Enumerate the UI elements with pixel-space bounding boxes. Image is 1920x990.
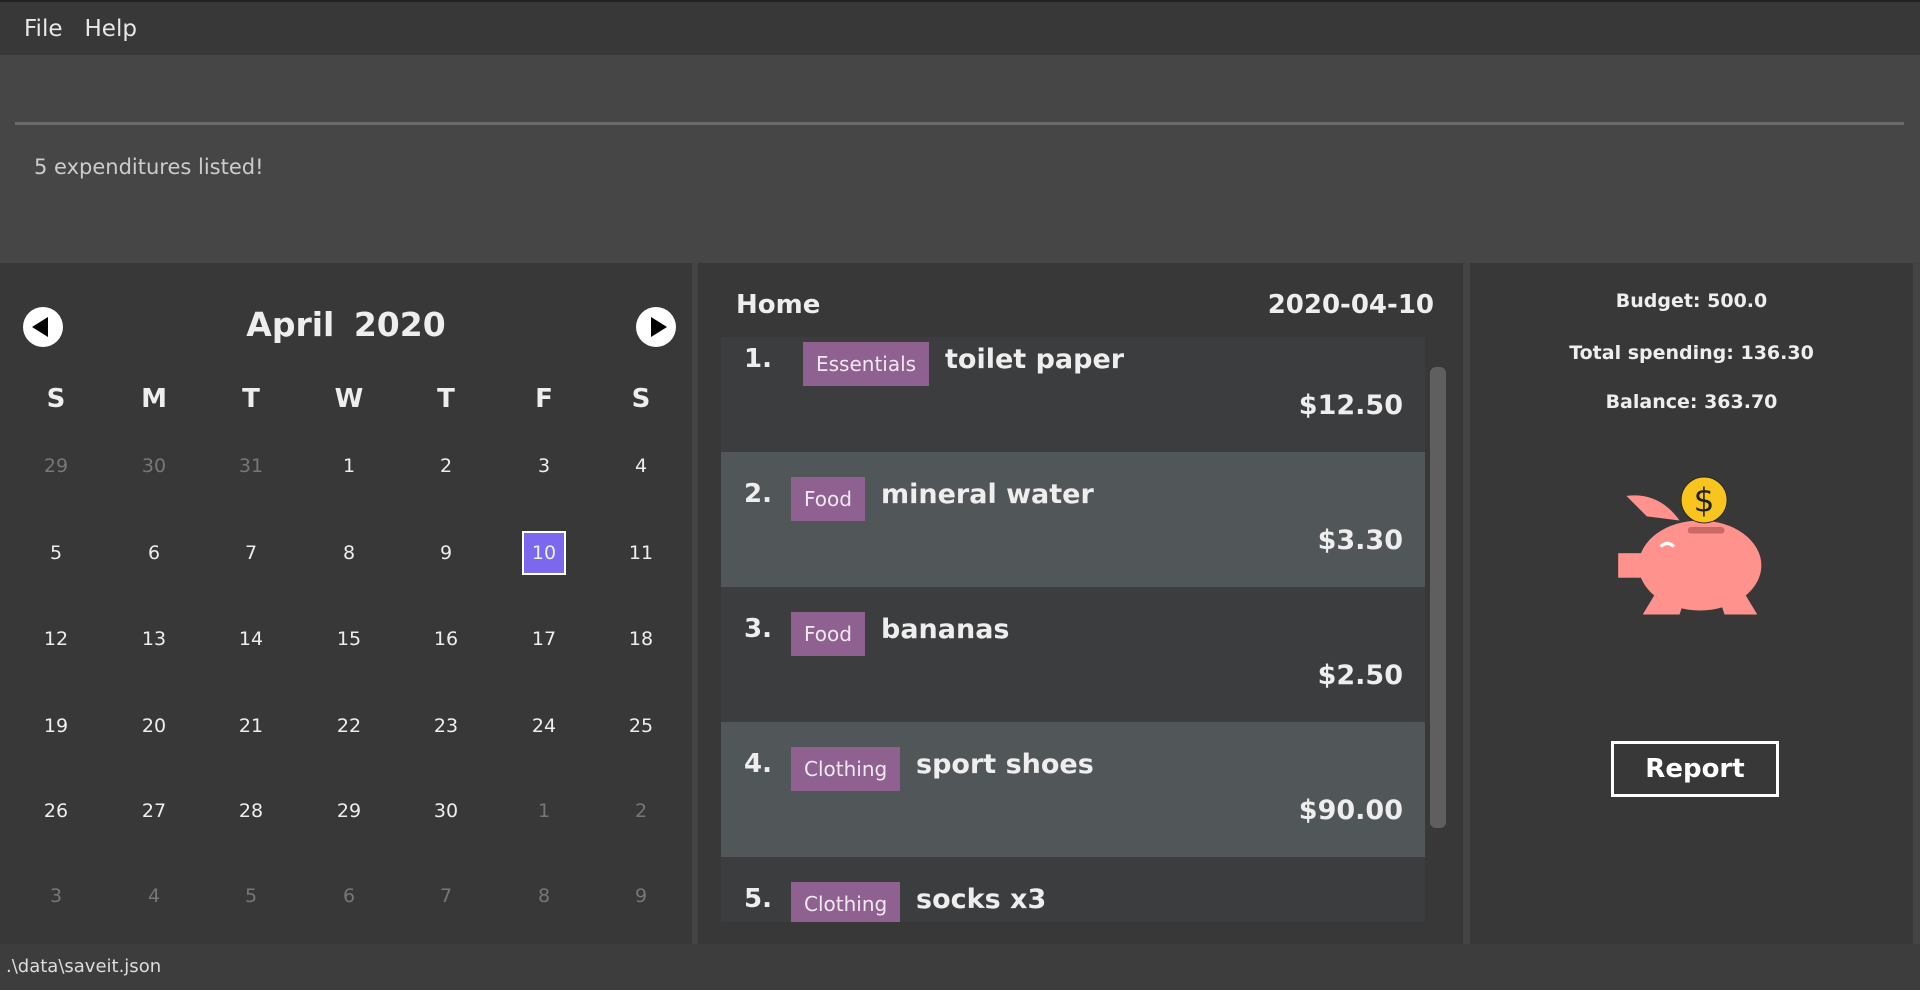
item-amount: $3.30 [1317, 525, 1403, 556]
calendar-day[interactable]: 29 [319, 789, 379, 833]
budget-label: Budget: 500.0 [1615, 290, 1768, 312]
expenditure-card[interactable]: 5. Clothing socks x3 [721, 857, 1425, 922]
item-description: mineral water [881, 479, 1094, 510]
calendar-panel [0, 263, 692, 944]
calendar-day[interactable]: 31 [221, 444, 281, 488]
calendar-day[interactable]: 5 [26, 531, 86, 575]
category-tag: Food [791, 477, 865, 521]
category-tag: Clothing [791, 747, 901, 791]
calendar-day[interactable]: 14 [221, 617, 281, 661]
expenditure-card[interactable]: 1. Essentials toilet paper $12.50 [721, 337, 1425, 452]
calendar-day[interactable]: 6 [319, 874, 379, 918]
result-display: 5 expenditures listed! [34, 155, 264, 179]
calendar-day[interactable]: 11 [611, 531, 671, 575]
item-index: 5. [744, 884, 772, 914]
calendar-day[interactable]: 19 [26, 704, 86, 748]
calendar-day[interactable]: 22 [319, 704, 379, 748]
calendar-day[interactable]: 26 [26, 789, 86, 833]
item-index: 1. [744, 344, 772, 374]
calendar-day[interactable]: 6 [124, 531, 184, 575]
command-area: 5 expenditures listed! [0, 55, 1920, 263]
item-description: socks x3 [916, 884, 1047, 915]
calendar-day[interactable]: 30 [124, 444, 184, 488]
calendar-day[interactable]: 7 [221, 531, 281, 575]
calendar-day[interactable]: 4 [124, 874, 184, 918]
calendar-day[interactable]: 12 [26, 617, 86, 661]
calendar-day[interactable]: 17 [514, 617, 574, 661]
piggy-bank-icon: $ [1618, 476, 1762, 615]
menu-file[interactable]: File [24, 16, 63, 42]
weekday-header: W [334, 384, 364, 414]
calendar-day[interactable]: 29 [26, 444, 86, 488]
calendar-day[interactable]: 24 [514, 704, 574, 748]
calendar-day[interactable]: 9 [416, 531, 476, 575]
calendar-day[interactable]: 7 [416, 874, 476, 918]
calendar-day[interactable]: 2 [611, 789, 671, 833]
calendar-day[interactable]: 2 [416, 444, 476, 488]
calendar-day[interactable]: 1 [319, 444, 379, 488]
calendar-day[interactable]: 23 [416, 704, 476, 748]
expenditure-card[interactable]: 3. Food bananas $2.50 [721, 587, 1425, 722]
calendar-day[interactable]: 25 [611, 704, 671, 748]
weekday-header: F [535, 384, 553, 414]
calendar-day[interactable]: 4 [611, 444, 671, 488]
list-date: 2020-04-10 [1267, 290, 1434, 320]
category-tag: Essentials [803, 342, 930, 386]
expenditure-card[interactable]: 2. Food mineral water $3.30 [721, 452, 1425, 587]
calendar-day-selected[interactable]: 10 [522, 531, 566, 575]
calendar-day[interactable]: 8 [319, 531, 379, 575]
balance-label: Balance: 363.70 [1605, 391, 1778, 413]
item-amount: $2.50 [1317, 660, 1403, 691]
calendar-day[interactable]: 18 [611, 617, 671, 661]
weekday-header: S [46, 384, 66, 414]
weekday-header: T [242, 384, 260, 414]
calendar-day[interactable]: 9 [611, 874, 671, 918]
calendar-day[interactable]: 15 [319, 617, 379, 661]
calendar-day[interactable]: 27 [124, 789, 184, 833]
calendar-month-title: April 2020 [246, 305, 446, 344]
svg-text:$: $ [1694, 481, 1715, 519]
list-view-title: Home [736, 290, 821, 320]
calendar-day[interactable]: 3 [26, 874, 86, 918]
calendar-day[interactable]: 5 [221, 874, 281, 918]
item-index: 2. [744, 479, 772, 509]
calendar-day[interactable]: 8 [514, 874, 574, 918]
calendar-day[interactable]: 3 [514, 444, 574, 488]
category-tag: Food [791, 612, 865, 656]
menu-help[interactable]: Help [85, 16, 137, 42]
status-bar-save-location: .\data\saveit.json [0, 944, 1920, 990]
calendar-day[interactable]: 28 [221, 789, 281, 833]
command-input[interactable] [15, 95, 1904, 125]
weekday-header: T [437, 384, 455, 414]
calendar-day[interactable]: 21 [221, 704, 281, 748]
item-amount: $12.50 [1298, 390, 1403, 421]
menu-bar: File Help [0, 0, 1920, 55]
item-amount: $90.00 [1298, 795, 1403, 826]
calendar-day[interactable]: 20 [124, 704, 184, 748]
report-button[interactable]: Report [1611, 741, 1779, 797]
item-index: 4. [744, 749, 772, 779]
weekday-header: S [631, 384, 651, 414]
item-description: sport shoes [916, 749, 1094, 780]
calendar-day[interactable]: 1 [514, 789, 574, 833]
expenditure-list[interactable]: 1. Essentials toilet paper $12.50 2. Food… [721, 337, 1425, 922]
total-spending-label: Total spending: 136.30 [1569, 342, 1814, 364]
calendar-day[interactable]: 16 [416, 617, 476, 661]
weekday-header: M [141, 384, 167, 414]
item-description: toilet paper [945, 344, 1125, 375]
list-scrollbar[interactable] [1430, 367, 1446, 828]
expenditure-card[interactable]: 4. Clothing sport shoes $90.00 [721, 722, 1425, 857]
calendar-day[interactable]: 30 [416, 789, 476, 833]
item-description: bananas [881, 614, 1010, 645]
item-index: 3. [744, 614, 772, 644]
category-tag: Clothing [791, 882, 901, 922]
calendar-day[interactable]: 13 [124, 617, 184, 661]
